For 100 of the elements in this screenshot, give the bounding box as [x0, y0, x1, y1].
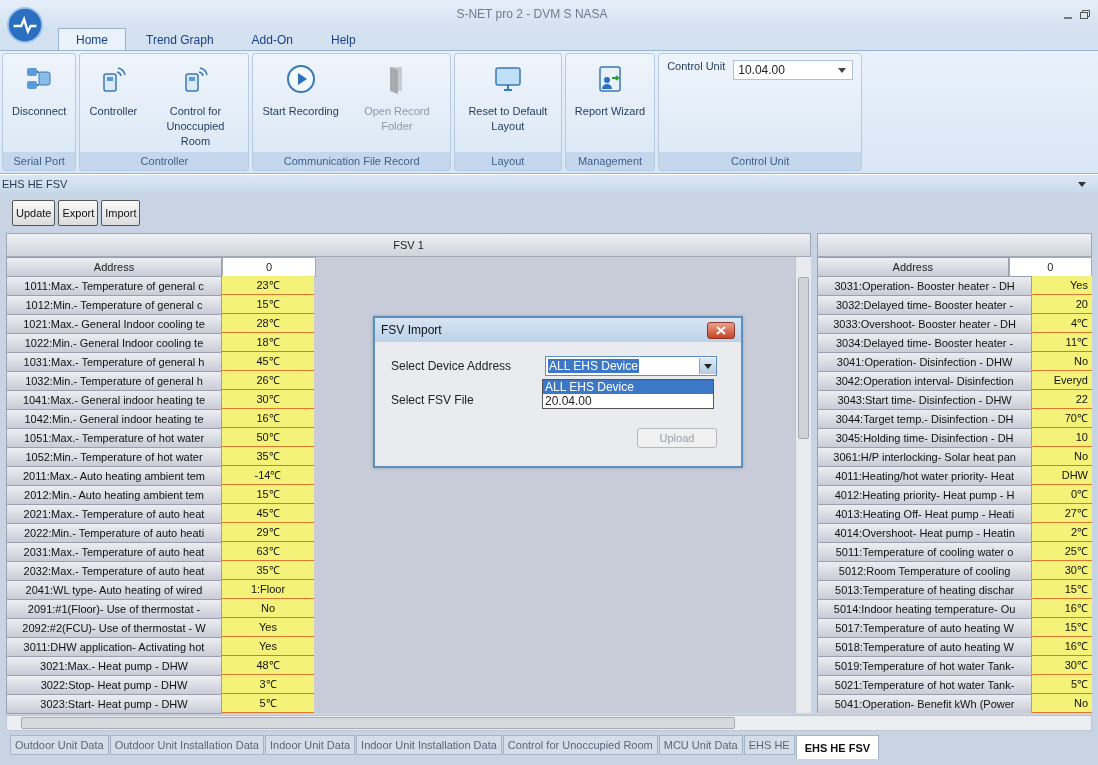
value-cell: 2℃	[1032, 523, 1092, 542]
value-cell: 10	[1032, 428, 1092, 447]
value-cell: 50℃	[222, 428, 314, 447]
ribbon-button[interactable]: Report Wizard	[568, 56, 652, 150]
address-cell: 5018:Temperature of auto heating W	[817, 637, 1033, 657]
menu-tab[interactable]: Trend Graph	[128, 28, 232, 50]
column-header[interactable]: Address	[817, 257, 1009, 277]
address-cell: 5011:Temperature of cooling water o	[817, 542, 1033, 562]
value-cell: 45℃	[222, 504, 314, 523]
device-dropdown[interactable]: ALL EHS Device	[545, 356, 717, 376]
value-cell: 45℃	[222, 352, 314, 371]
dialog-title: FSV Import	[381, 323, 442, 337]
play-icon	[285, 64, 316, 94]
document-tab[interactable]: EHS HE FSV	[795, 735, 880, 759]
address-cell: 1032:Min.- Temperature of general h	[6, 371, 222, 391]
address-cell: 3032:Delayed time- Booster heater -	[817, 295, 1033, 315]
value-cell: 15℃	[1032, 618, 1092, 637]
column-header[interactable]: Address	[6, 257, 222, 277]
group-label: Controller	[80, 152, 249, 170]
address-cell: 3041:Operation- Disinfection - DHW	[817, 352, 1033, 372]
close-button[interactable]	[707, 321, 735, 339]
address-cell: 4011:Heating/hot water priority- Heat	[817, 466, 1033, 486]
column-header[interactable]: 0	[222, 257, 316, 277]
field-label: Select Device Address	[391, 359, 512, 373]
value-cell: 16℃	[222, 409, 314, 428]
value-cell: No	[1032, 694, 1092, 713]
group-label: Control Unit	[659, 152, 862, 170]
address-cell: 3033:Overshoot- Booster heater - DH	[817, 314, 1033, 334]
value-cell: 25℃	[1032, 542, 1092, 561]
document-tab[interactable]: MCU Unit Data	[658, 735, 743, 755]
document-tab[interactable]: Outdoor Unit Data	[10, 735, 109, 755]
toolbar-button[interactable]: Update	[12, 200, 56, 226]
ribbon-button[interactable]: Reset to Default Layout	[457, 56, 558, 150]
value-cell: 63℃	[222, 542, 314, 561]
section-header: FSV 1	[6, 233, 811, 257]
address-cell: 4013:Heating Off- Heat pump - Heati	[817, 504, 1033, 524]
restore-icon[interactable]	[1080, 9, 1090, 19]
vertical-scrollbar[interactable]	[795, 257, 811, 713]
address-cell: 3045:Holding time- Disinfection - DH	[817, 428, 1033, 448]
menu-tab[interactable]: Help	[312, 28, 374, 50]
monitor-icon	[492, 64, 523, 94]
menu-tab[interactable]: Add-On	[233, 28, 311, 50]
value-cell: 70℃	[1032, 409, 1092, 428]
value-cell: 4℃	[1032, 314, 1092, 333]
value-cell: 0℃	[1032, 485, 1092, 504]
document-tab[interactable]: Outdoor Unit Installation Data	[109, 735, 264, 755]
address-cell: 3061:H/P interlocking- Solar heat pan	[817, 447, 1033, 467]
address-cell: 3023:Start- Heat pump - DHW	[6, 694, 222, 714]
value-cell: Yes	[222, 618, 314, 637]
column-header[interactable]: 0	[1008, 257, 1092, 277]
address-cell: 4014:Overshoot- Heat pump - Heatin	[817, 523, 1033, 543]
value-cell: 3℃	[222, 675, 314, 694]
address-cell: 3034:Delayed time- Booster heater -	[817, 333, 1033, 353]
document-tab[interactable]: EHS HE	[743, 735, 795, 755]
horizontal-scrollbar[interactable]	[6, 715, 1092, 731]
address-cell: 2011:Max.- Auto heating ambient tem	[6, 466, 222, 486]
group-label: Communication File Record	[253, 152, 450, 170]
address-cell: 2021:Max.- Temperature of auto heat	[6, 504, 222, 524]
menu-tab[interactable]: Home	[58, 28, 126, 50]
ribbon-button[interactable]: Controller	[83, 56, 144, 150]
toolbar-button[interactable]: Import	[101, 200, 141, 226]
value-cell: 5℃	[222, 694, 314, 713]
document-tab[interactable]: Control for Unoccupied Room	[502, 735, 658, 755]
ribbon-button[interactable]: Control for Unoccupied Room	[145, 56, 246, 150]
value-cell: 35℃	[222, 447, 314, 466]
app-logo-icon[interactable]	[6, 6, 44, 44]
ribbon-button[interactable]: Start Recording	[256, 56, 345, 150]
toolbar-button[interactable]: Export	[58, 200, 99, 226]
field-label: Select FSV File	[391, 393, 474, 407]
address-cell: 1012:Min.- Temperature of general c	[6, 295, 222, 315]
address-cell: 5013:Temperature of heating dischar	[817, 580, 1033, 600]
dropdown-option[interactable]: ALL EHS Device	[543, 380, 713, 394]
address-cell: 2012:Min.- Auto heating ambient tem	[6, 485, 222, 505]
dropdown-option[interactable]: 20.04.00	[543, 394, 713, 408]
value-cell: Everyd	[1032, 371, 1092, 390]
value-cell: 18℃	[222, 333, 314, 352]
document-tab[interactable]: Indoor Unit Data	[264, 735, 356, 755]
value-cell: 22	[1032, 390, 1092, 409]
address-cell: 3043:Start time- Disinfection - DHW	[817, 390, 1033, 410]
document-tab[interactable]: Indoor Unit Installation Data	[356, 735, 502, 755]
field-label: Control Unit	[667, 60, 726, 72]
address-cell: 3044:Target temp.- Disinfection - DH	[817, 409, 1033, 429]
address-cell: 2031:Max.- Temperature of auto heat	[6, 542, 222, 562]
value-cell: 30℃	[222, 390, 314, 409]
value-cell: 20	[1032, 295, 1092, 314]
group-label: Management	[565, 152, 655, 170]
value-cell: 30℃	[1032, 561, 1092, 580]
value-cell: 29℃	[222, 523, 314, 542]
value-cell: 28℃	[222, 314, 314, 333]
address-cell: 1042:Min.- General indoor heating te	[6, 409, 222, 429]
address-cell: 1041:Max.- General indoor heating te	[6, 390, 222, 410]
dropdown-arrow-icon	[704, 363, 712, 369]
address-cell: 5012:Room Temperature of cooling	[817, 561, 1033, 581]
address-cell: 2092:#2(FCU)- Use of thermostat - W	[6, 618, 222, 638]
dropdown-arrow-icon[interactable]	[1078, 181, 1086, 187]
ribbon-button[interactable]: Disconnect	[6, 56, 73, 150]
value-cell: 5℃	[1032, 675, 1092, 694]
control-unit-dropdown[interactable]: 10.04.00	[733, 60, 854, 80]
value-cell: 1:Floor	[222, 580, 314, 599]
group-label: Serial Port	[3, 152, 76, 170]
